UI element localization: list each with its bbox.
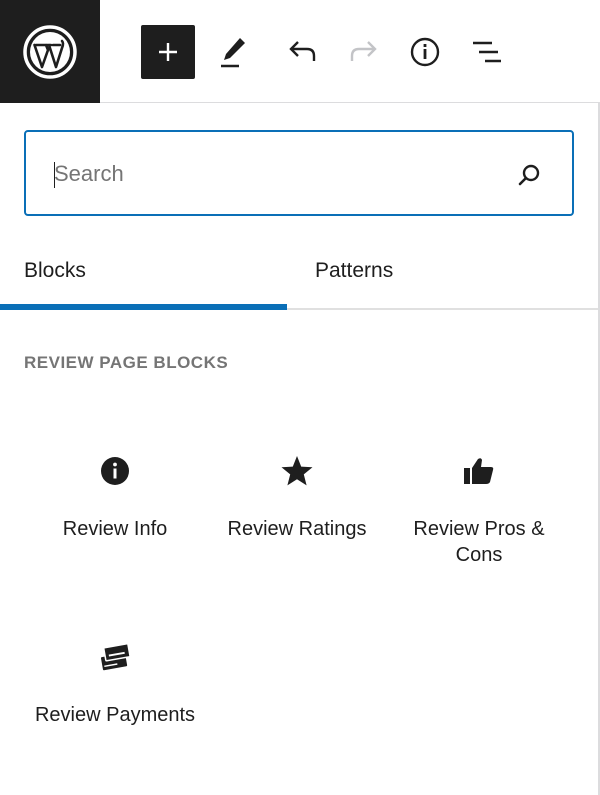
search-field[interactable]	[24, 130, 574, 216]
info-icon	[101, 457, 129, 485]
block-review-info[interactable]: Review Info	[24, 418, 206, 588]
inserter-tabs: Blocks Patterns	[0, 232, 598, 310]
category-title: REVIEW PAGE BLOCKS	[24, 353, 229, 372]
tab-patterns[interactable]: Patterns	[315, 232, 393, 310]
add-block-button[interactable]	[141, 25, 195, 79]
editor-toolbar	[0, 0, 600, 103]
tools-button[interactable]	[207, 25, 261, 79]
active-tab-indicator	[0, 304, 287, 310]
block-review-payments[interactable]: Review Payments	[24, 604, 206, 774]
search-icon[interactable]	[516, 162, 542, 188]
search-input[interactable]	[54, 152, 494, 196]
list-view-icon	[473, 41, 501, 63]
block-label: Review Pros & Cons	[413, 518, 545, 566]
wordpress-logo-icon	[23, 24, 77, 79]
undo-icon	[289, 41, 316, 61]
block-review-pros-cons[interactable]: Review Pros & Cons	[388, 418, 570, 588]
tab-blocks[interactable]: Blocks	[24, 232, 86, 310]
plus-icon	[159, 43, 177, 61]
pencil-icon	[221, 38, 245, 68]
list-view-button[interactable]	[460, 25, 514, 79]
block-label: Review Payments	[34, 704, 196, 726]
block-label: Review Ratings	[227, 518, 367, 540]
details-button[interactable]	[398, 25, 452, 79]
star-icon	[281, 456, 313, 486]
redo-icon	[350, 41, 377, 61]
block-label: Review Info	[62, 518, 168, 540]
block-review-ratings[interactable]: Review Ratings	[206, 418, 388, 588]
payments-icon	[100, 643, 131, 671]
wordpress-logo-button[interactable]	[0, 0, 100, 103]
thumbs-up-icon	[464, 458, 494, 484]
redo-button[interactable]	[337, 25, 391, 79]
undo-button[interactable]	[275, 25, 329, 79]
info-icon	[410, 37, 440, 67]
